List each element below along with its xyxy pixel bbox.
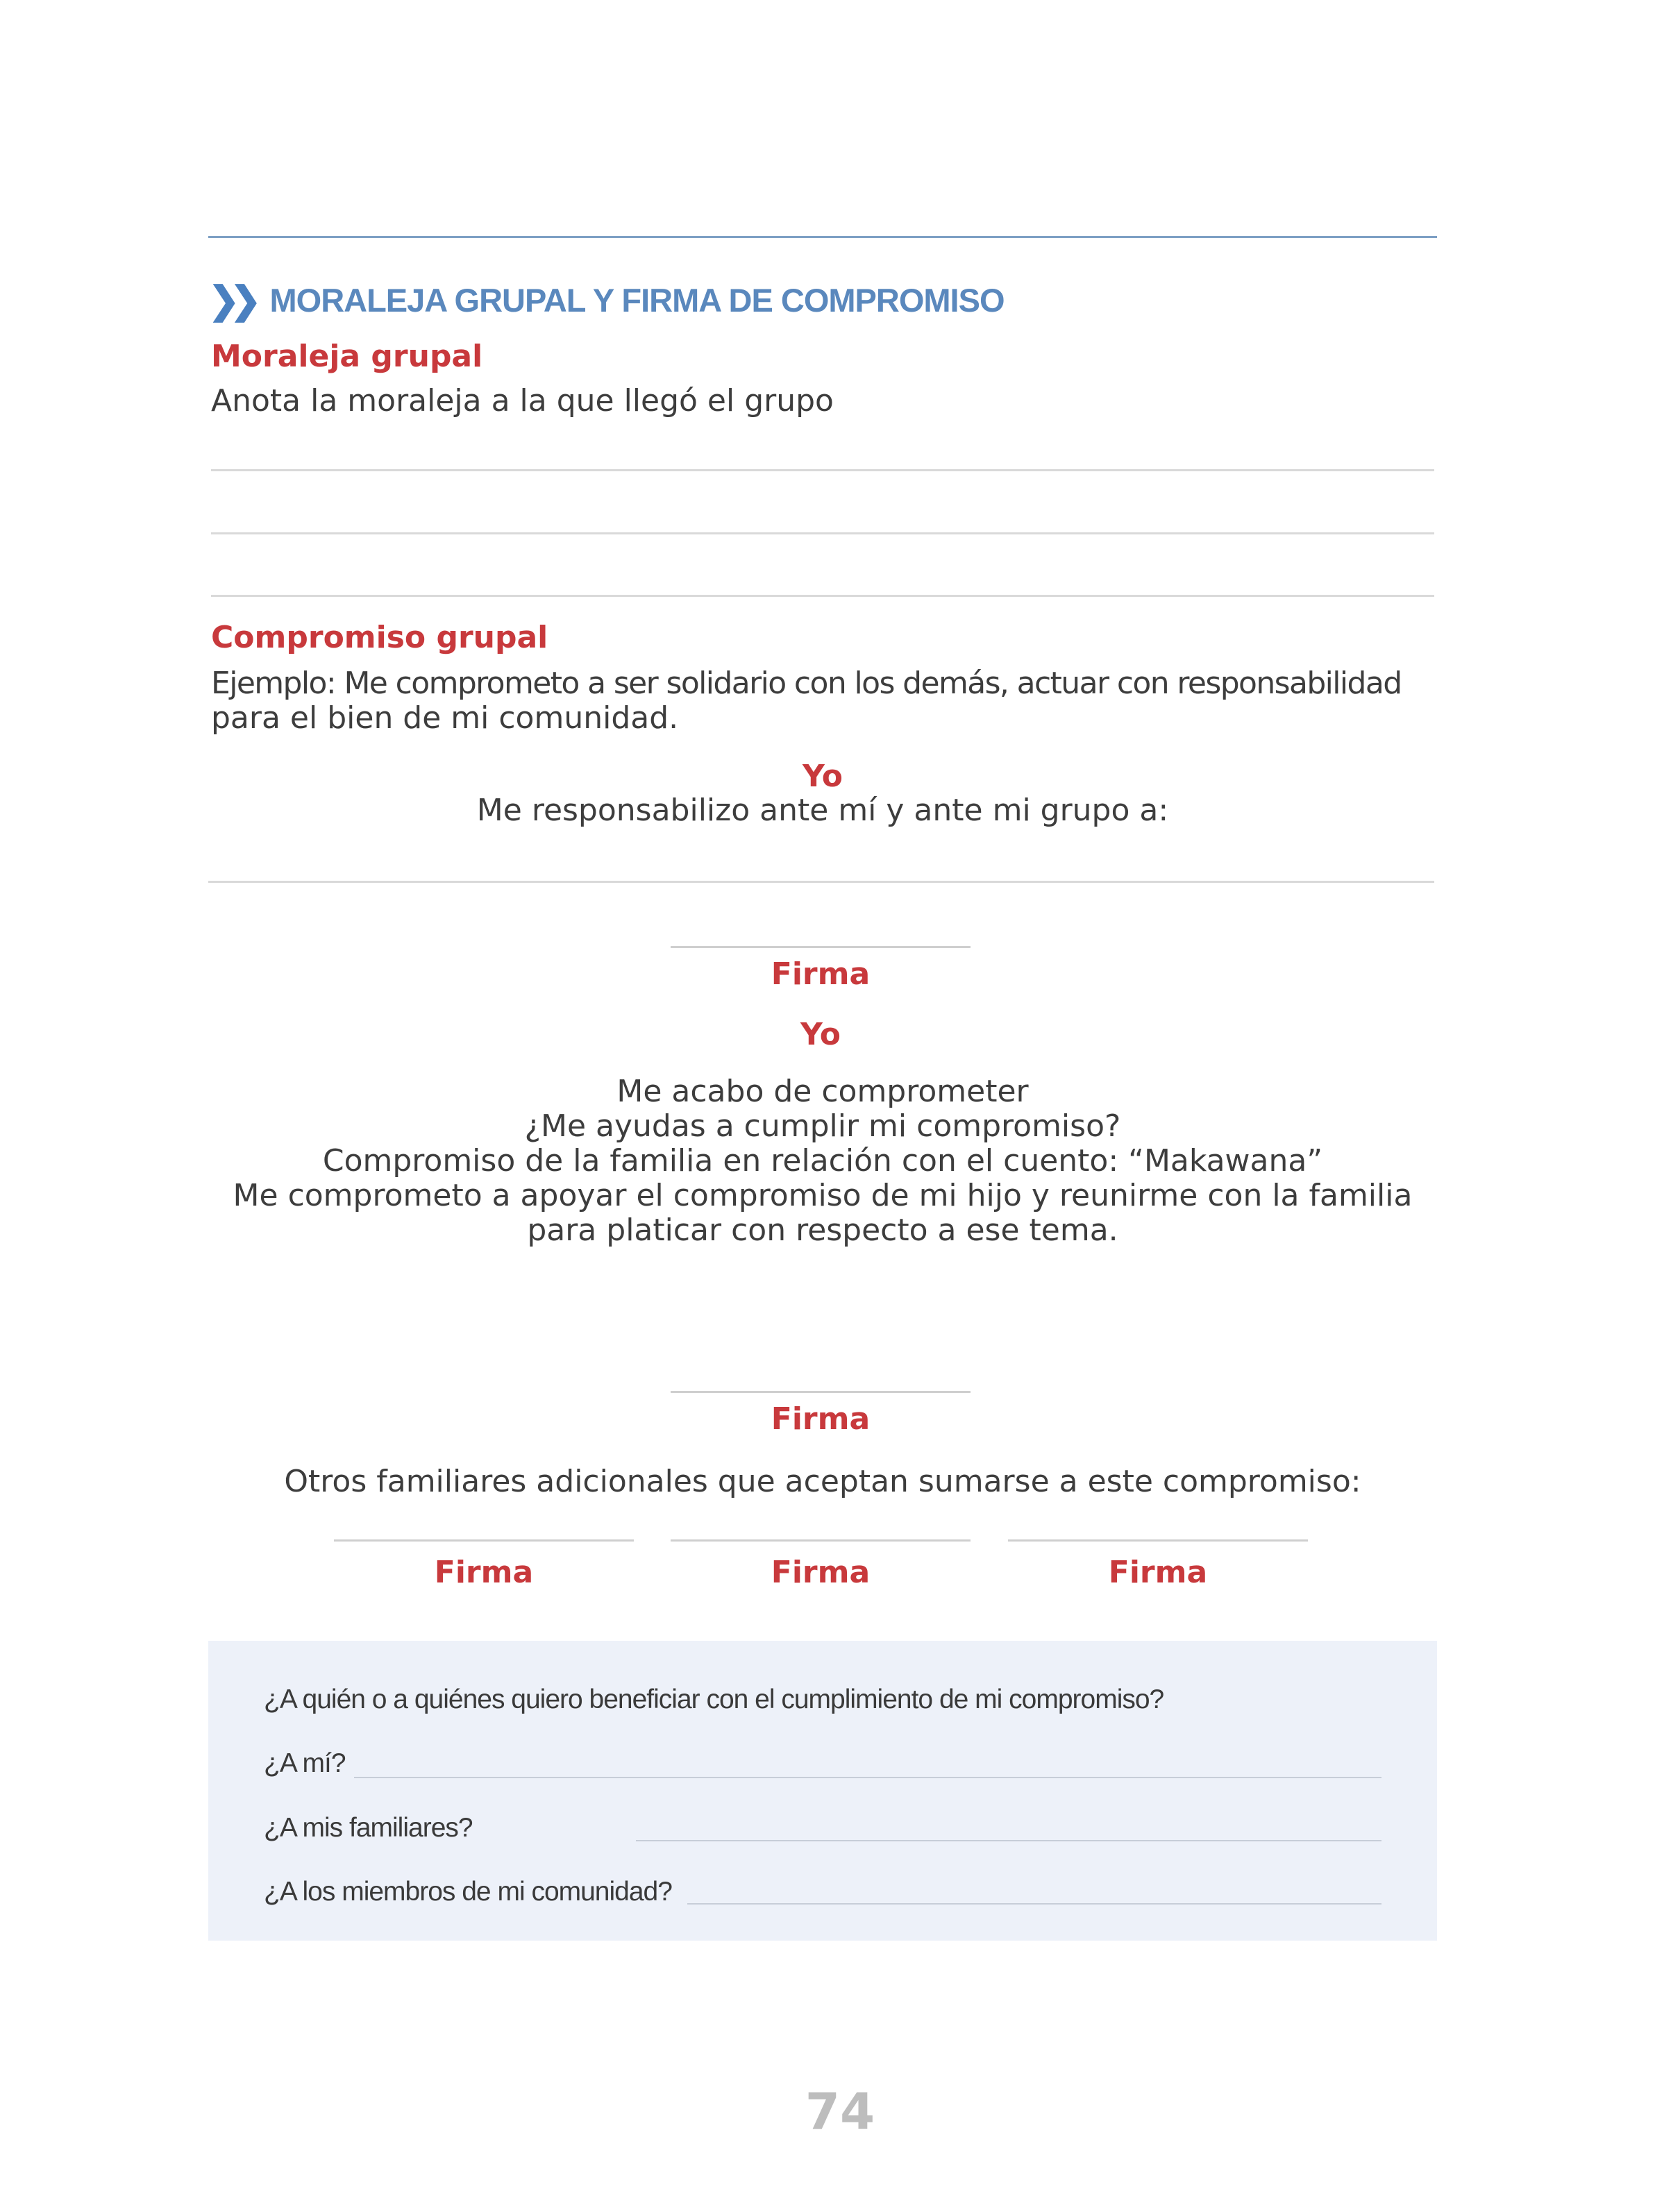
page-number: 74 xyxy=(805,2082,875,2141)
compromiso-example-line-2: para el bien de mi comunidad. xyxy=(211,700,679,736)
compromiso-heading: Compromiso grupal xyxy=(211,620,548,655)
yo-label-2: Yo xyxy=(800,1017,841,1052)
family-line-2: ¿Me ayudas a cumplir mi compromiso? xyxy=(524,1108,1121,1144)
family-line-3: Compromiso de la familia en relación con… xyxy=(322,1143,1323,1179)
compromiso-example-line-1: Ejemplo: Me comprometo a ser solidario c… xyxy=(211,666,1402,701)
section-title: ❯❯ MORALEJA GRUPAL Y FIRMA DE COMPROMISO xyxy=(208,279,1005,321)
moraleja-answer-line-3[interactable] xyxy=(211,595,1434,597)
firma-label-extra-3: Firma xyxy=(1108,1555,1208,1590)
firma-label-2: Firma xyxy=(771,1401,871,1437)
question-2: ¿A mis familiares? xyxy=(264,1813,473,1843)
moraleja-instruction: Anota la moraleja a la que llegó el grup… xyxy=(211,383,834,419)
otros-familiares-text: Otros familiares adicionales que aceptan… xyxy=(284,1464,1361,1499)
signature-line-extra-3[interactable] xyxy=(1008,1539,1308,1542)
family-line-1: Me acabo de comprometer xyxy=(616,1074,1029,1109)
moraleja-heading: Moraleja grupal xyxy=(211,339,483,374)
questions-intro: ¿A quién o a quiénes quiero beneficiar c… xyxy=(264,1685,1164,1714)
firma-label-1: Firma xyxy=(771,956,871,992)
question-1: ¿A mí? xyxy=(264,1748,346,1778)
question-3-answer-line[interactable] xyxy=(687,1903,1381,1905)
double-chevron-right-icon: ❯❯ xyxy=(208,279,261,321)
moraleja-answer-line-2[interactable] xyxy=(211,532,1434,534)
signature-line-2[interactable] xyxy=(671,1391,971,1393)
question-2-answer-line[interactable] xyxy=(636,1840,1381,1841)
responsabilizo-answer-line[interactable] xyxy=(208,881,1434,883)
question-1-answer-line[interactable] xyxy=(354,1777,1381,1778)
signature-line-extra-1[interactable] xyxy=(334,1539,634,1542)
question-3: ¿A los miembros de mi comunidad? xyxy=(264,1877,673,1907)
signature-line-extra-2[interactable] xyxy=(671,1539,971,1542)
responsabilizo-text: Me responsabilizo ante mí y ante mi grup… xyxy=(476,793,1169,828)
moraleja-answer-line-1[interactable] xyxy=(211,469,1434,471)
firma-label-extra-1: Firma xyxy=(434,1555,534,1590)
firma-label-extra-2: Firma xyxy=(771,1555,871,1590)
signature-line-1[interactable] xyxy=(671,946,971,948)
section-title-text: MORALEJA GRUPAL Y FIRMA DE COMPROMISO xyxy=(269,281,1005,319)
top-rule xyxy=(208,236,1437,238)
yo-label-1: Yo xyxy=(802,759,843,794)
family-line-5: para platicar con respecto a ese tema. xyxy=(527,1213,1118,1248)
family-line-4: Me comprometo a apoyar el compromiso de … xyxy=(233,1178,1413,1213)
